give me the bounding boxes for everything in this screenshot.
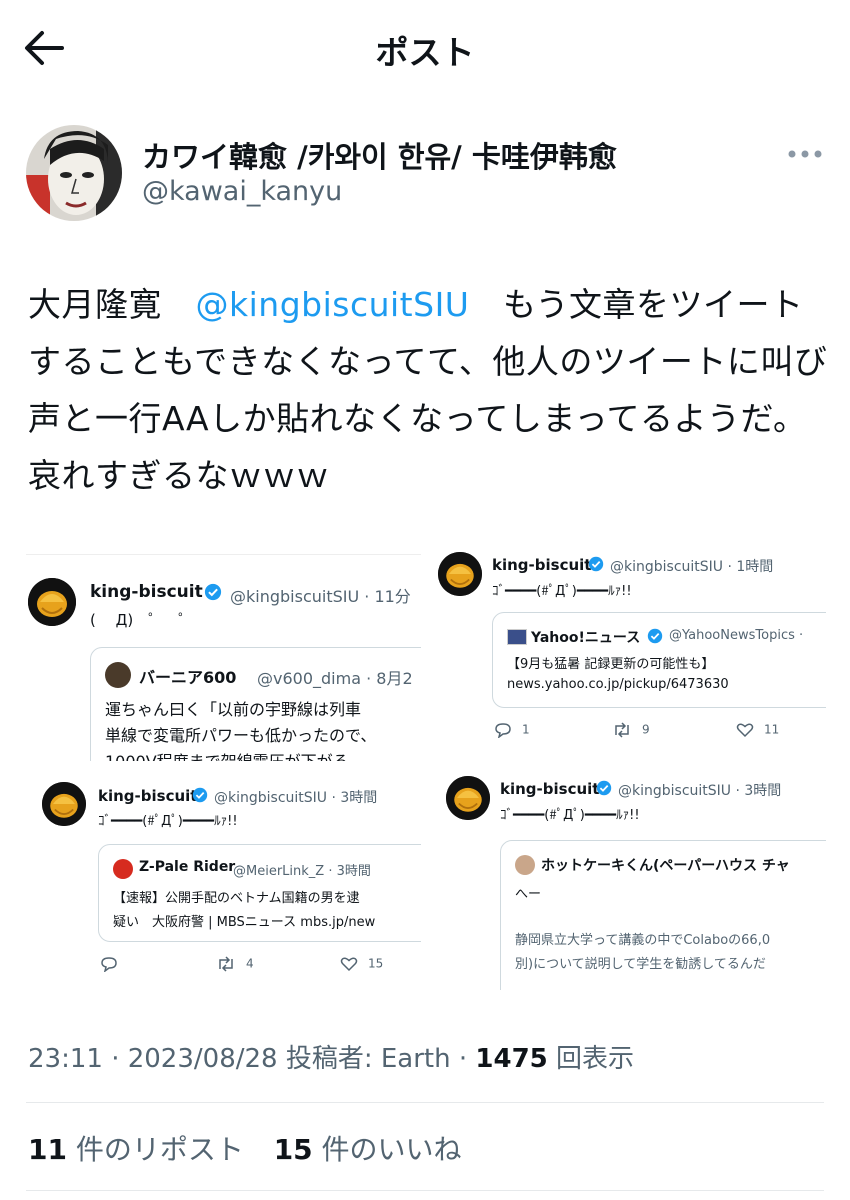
king-biscuit-avatar (446, 776, 490, 820)
shot4-quote-line1: へー (515, 887, 542, 902)
repost-stat[interactable]: 11 件のリポスト (28, 1133, 244, 1166)
shot1-quote-name: バーニア600 (139, 668, 237, 687)
shot4-quote-card: ホットケーキくん(ペーパーハウス チャ へー 静岡県立大学って講義の中でCola… (500, 840, 826, 990)
shot2-reposts: 9 (612, 722, 650, 738)
divider (26, 1102, 824, 1103)
tweet-text-part1: 大月隆寛 (28, 285, 196, 324)
shot2-quote-line1: 【9月も猛暑 記録更新の可能性も】 (507, 657, 715, 672)
shot4-name: king-biscuit (500, 780, 600, 798)
zpale-avatar (113, 859, 133, 879)
king-biscuit-avatar (28, 578, 76, 626)
shot3-quote-name: Z-Pale Rider (139, 859, 236, 875)
shot1-quote-line3: 1000V程度まで架線電圧が下がる… (105, 748, 365, 761)
king-biscuit-avatar (42, 782, 86, 826)
top-bar: ポスト (0, 0, 850, 100)
more-options-icon[interactable] (786, 146, 824, 160)
shot4-quote-name: ホットケーキくん(ペーパーハウス チャ (541, 858, 790, 874)
quote-avatar (105, 662, 131, 688)
repost-count: 11 (28, 1133, 67, 1166)
shot2-like-count: 11 (764, 722, 780, 737)
attached-image[interactable]: king-biscuit @kingbiscuitSIU · 11分 ( Д) … (26, 540, 826, 990)
shot1-text: ( Д) ゜ ゜ (90, 611, 194, 629)
shot2-repost-count: 9 (642, 722, 650, 737)
post-timestamp[interactable]: 23:11 · 2023/08/28 投稿者: Earth · (28, 1044, 475, 1074)
shot2-likes: 11 (736, 722, 779, 738)
shot1-quote-line1: 運ちゃん曰く「以前の宇野線は列車 (105, 700, 362, 719)
shot2-quote-handle: @YahooNewsTopics · (669, 628, 804, 643)
hotcake-avatar (515, 855, 535, 875)
verified-icon (204, 583, 222, 605)
like-count: 15 (273, 1133, 313, 1166)
shot1-quote-line2: 単線で変電所パワーも低かったので、 (105, 726, 377, 745)
shot4-handle: @kingbiscuitSIU · 3時間 (618, 783, 782, 799)
verified-icon (647, 628, 663, 648)
tweet-text: 大月隆寛 @kingbiscuitSIU もう文章をツイートすることもできなくな… (28, 276, 828, 504)
shot4-quote-line3: 別)について説明して学生を勧誘してるんだ (515, 957, 766, 972)
shot3-quote-line2: 疑い 大阪府警 | MBSニュース mbs.jp/new (113, 915, 376, 930)
verified-icon (596, 780, 612, 800)
screenshot-tweet-4: king-biscuit @kingbiscuitSIU · 3時間 ｺﾞ━━━… (436, 764, 826, 990)
shot3-handle: @kingbiscuitSIU · 3時間 (214, 790, 378, 806)
author-avatar[interactable] (26, 125, 122, 221)
verified-icon (588, 556, 604, 576)
repost-label: 件のリポスト (66, 1133, 244, 1166)
shot2-quote-name: Yahoo!ニュース (531, 630, 641, 646)
screenshot-tweet-3: king-biscuit @kingbiscuitSIU · 3時間 ｺﾞ━━━… (26, 770, 421, 988)
shot2-replies: 1 (494, 722, 530, 739)
mention-link[interactable]: @kingbiscuitSIU (196, 285, 470, 324)
shot3-quote-card: Z-Pale Rider @MeierLink_Z · 3時間 【速報】公開手配… (98, 844, 421, 942)
shot3-text: ｺﾞ━━━━(#ﾟДﾟ)━━━━ﾙｧ!! (98, 814, 238, 829)
shot3-reposts: 4 (216, 956, 254, 972)
view-label: 回表示 (547, 1044, 635, 1074)
shot3-name: king-biscuit (98, 787, 198, 805)
engagement-stats: 11 件のリポスト 15 件のいいね (28, 1128, 462, 1168)
like-stat[interactable]: 15 件のいいね (274, 1133, 462, 1166)
shot1-quote-card: バーニア600 @v600_dima · 8月2 運ちゃん曰く「以前の宇野線は列… (90, 647, 421, 761)
author-display-name[interactable]: カワイ韓愈 /카와이 한유/ 卡哇伊韩愈 (142, 134, 617, 176)
verified-icon (192, 787, 208, 807)
screenshot-tweet-2: king-biscuit @kingbiscuitSIU · 1時間 ｺﾞ━━━… (428, 540, 826, 752)
like-label: 件のいいね (312, 1133, 462, 1166)
shot2-quote-line2: news.yahoo.co.jp/pickup/6473630 (507, 677, 729, 692)
page-title: ポスト (375, 33, 475, 72)
shot3-repost-count: 4 (246, 956, 254, 971)
screenshot-tweet-1: king-biscuit @kingbiscuitSIU · 11分 ( Д) … (26, 554, 421, 761)
shot3-quote-line1: 【速報】公開手配のベトナム国籍の男を逮 (113, 891, 360, 906)
shot4-text: ｺﾞ━━━━(#ﾟДﾟ)━━━━ﾙｧ!! (500, 808, 640, 823)
shot2-quote-card: Yahoo!ニュース @YahooNewsTopics · 【9月も猛暑 記録更… (492, 612, 826, 708)
shot3-likes: 15 (340, 956, 383, 972)
post-meta: 23:11 · 2023/08/28 投稿者: Earth · 1475 回表示 (28, 1038, 634, 1075)
shot3-replies (100, 956, 128, 973)
shot2-handle: @kingbiscuitSIU · 1時間 (610, 559, 774, 575)
shot3-quote-handle: @MeierLink_Z · 3時間 (233, 864, 371, 879)
shot3-like-count: 15 (368, 956, 384, 971)
shot1-handle: @kingbiscuitSIU · 11分 (230, 587, 411, 606)
shot4-quote-line2: 静岡県立大学って講義の中でColaboの66,0 (515, 933, 771, 948)
shot1-quote-handle: @v600_dima · 8月2 (257, 669, 413, 688)
shot2-name: king-biscuit (492, 556, 592, 574)
shot2-reply-count: 1 (522, 722, 530, 737)
yahoo-flag-icon (507, 629, 527, 645)
king-biscuit-avatar (438, 552, 482, 596)
divider (26, 1190, 824, 1191)
view-count: 1475 (475, 1044, 548, 1074)
shot1-name: king-biscuit (90, 582, 203, 602)
author-handle[interactable]: @kawai_kanyu (142, 176, 342, 207)
shot2-text: ｺﾞ━━━━(#ﾟДﾟ)━━━━ﾙｧ!! (492, 584, 632, 599)
